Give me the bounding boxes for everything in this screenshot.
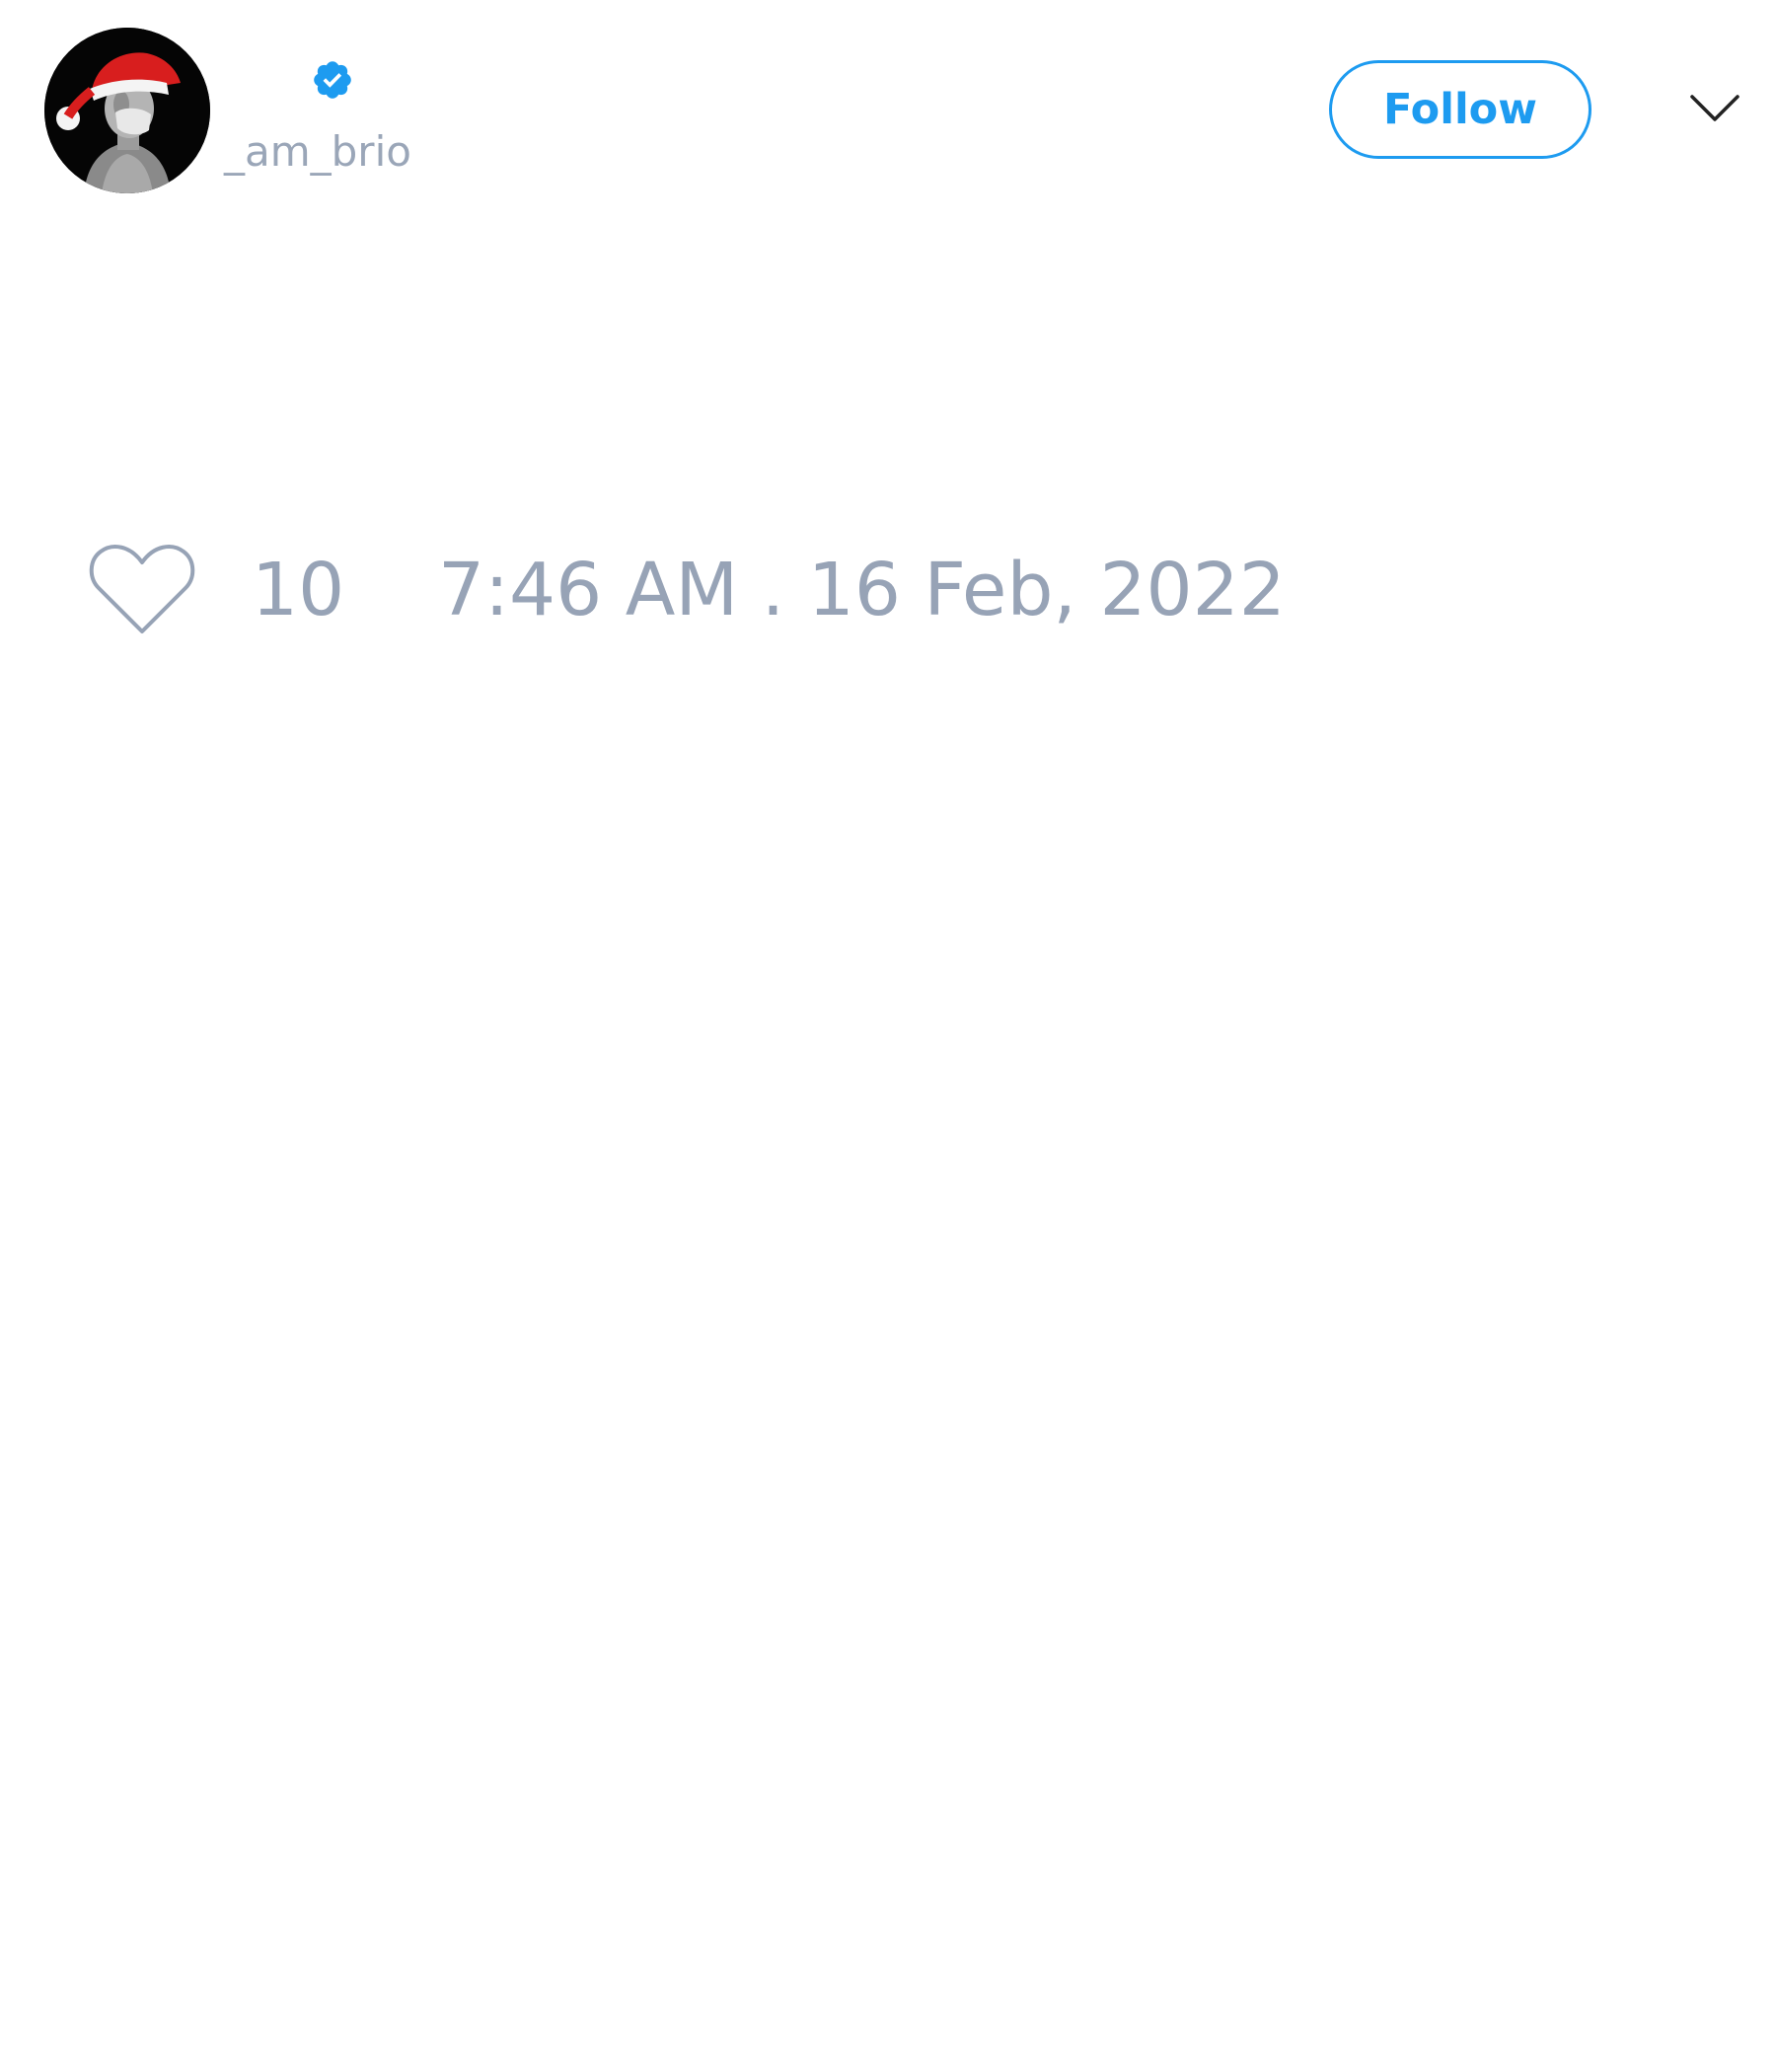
- avatar-image: [44, 28, 210, 193]
- avatar[interactable]: [44, 28, 210, 193]
- verified-badge-icon: [314, 61, 351, 99]
- author-handle[interactable]: _am_brio: [224, 126, 411, 178]
- chevron-down-icon[interactable]: [1689, 93, 1740, 124]
- like-count: 10: [252, 548, 345, 632]
- heart-icon[interactable]: [87, 541, 197, 639]
- follow-button[interactable]: Follow: [1329, 60, 1591, 159]
- tweet-timestamp[interactable]: 7:46 AM . 16 Feb, 2022: [438, 548, 1286, 632]
- tweet-card: _am_brio Follow 10 7:46 AM . 16 Feb, 202…: [0, 0, 1776, 2072]
